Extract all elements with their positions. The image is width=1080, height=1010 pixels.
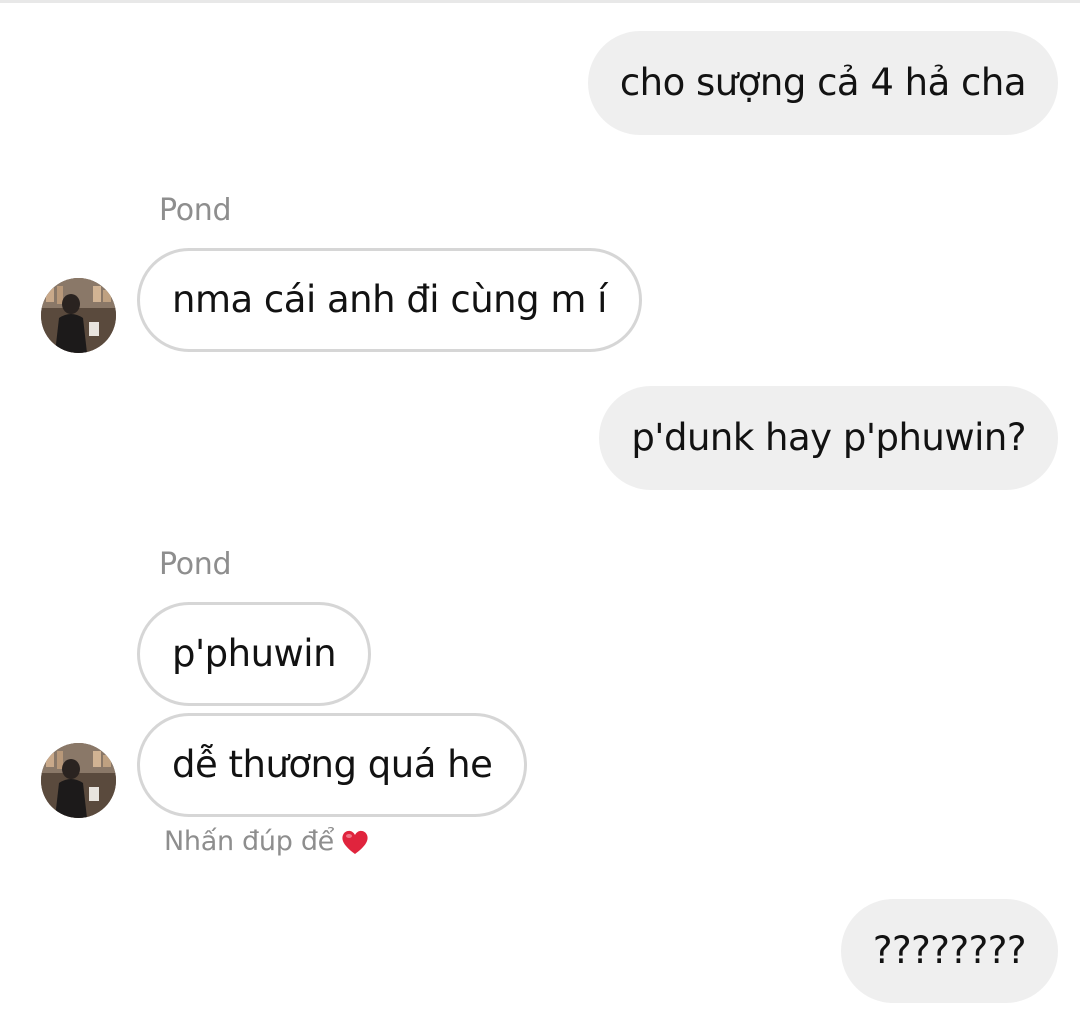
hint-text: Nhấn đúp để <box>164 826 334 857</box>
outgoing-message-bubble[interactable]: ???????? <box>840 899 1058 1003</box>
message-text: cho sượng cả 4 hả cha <box>619 61 1027 104</box>
message-text: dễ thương quá he <box>172 743 493 786</box>
outgoing-message-bubble[interactable]: p'dunk hay p'phuwin? <box>599 386 1058 490</box>
message-text: p'dunk hay p'phuwin? <box>631 416 1026 459</box>
avatar[interactable] <box>41 743 116 818</box>
message-text: ???????? <box>872 929 1027 972</box>
sender-name: Pond <box>159 547 232 582</box>
double-tap-hint: Nhấn đúp để <box>164 826 370 857</box>
avatar[interactable] <box>41 278 116 353</box>
top-divider <box>0 0 1080 3</box>
incoming-message-bubble[interactable]: p'phuwin <box>137 602 372 706</box>
heart-icon[interactable] <box>340 827 370 857</box>
outgoing-message-bubble[interactable]: cho sượng cả 4 hả cha <box>587 31 1058 135</box>
message-text: p'phuwin <box>172 632 337 675</box>
incoming-message-bubble[interactable]: nma cái anh đi cùng m í <box>137 248 642 352</box>
incoming-message-bubble[interactable]: dễ thương quá he <box>137 713 528 817</box>
message-text: nma cái anh đi cùng m í <box>172 278 607 321</box>
sender-name: Pond <box>159 193 232 228</box>
